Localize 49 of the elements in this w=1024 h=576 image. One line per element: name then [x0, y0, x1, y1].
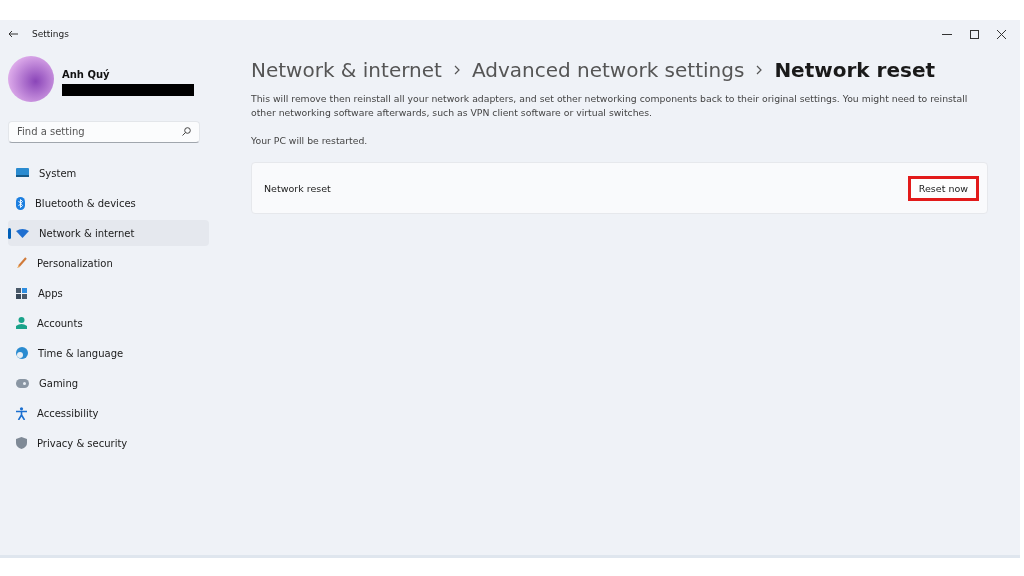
shield-icon	[16, 437, 27, 449]
nav-label: Gaming	[39, 377, 79, 389]
nav-label: Privacy & security	[37, 437, 128, 449]
nav-label: Bluetooth & devices	[35, 197, 136, 209]
accessibility-icon	[16, 406, 27, 420]
person-icon	[16, 317, 27, 329]
nav-label: Network & internet	[39, 227, 135, 239]
minimize-icon[interactable]	[942, 33, 952, 35]
nav-label: Apps	[38, 287, 63, 299]
nav-item[interactable]: Accessibility	[8, 400, 209, 426]
card-label: Network reset	[264, 182, 331, 194]
nav-item[interactable]: Apps	[8, 280, 209, 306]
gamepad-icon	[16, 378, 29, 388]
restart-note: Your PC will be restarted.	[251, 134, 369, 148]
nav-label: Personalization	[37, 257, 113, 269]
close-icon[interactable]	[997, 29, 1006, 39]
nav-item[interactable]: Gaming	[8, 370, 209, 396]
nav-item[interactable]: Bluetooth & devices	[8, 190, 209, 216]
nav-item[interactable]: Personalization	[8, 250, 209, 276]
breadcrumb-item[interactable]: Network & internet	[251, 58, 442, 82]
nav-label: Accounts	[37, 317, 83, 329]
wifi-icon	[16, 228, 29, 238]
chevron-icon	[453, 65, 460, 75]
nav-label: Time & language	[38, 347, 124, 359]
search-icon	[182, 127, 191, 136]
nav-item[interactable]: Network & internet	[8, 220, 209, 246]
globe-clock-icon	[16, 347, 28, 359]
description-text: This will remove then reinstall all your network adapters, and set other networking components back to their original settings. You might need to reinstall other networking software afterwards, such as VPN client software or virtual switches.	[251, 92, 969, 120]
maximize-icon[interactable]	[970, 29, 979, 39]
reset-now-button[interactable]: Reset now	[907, 175, 979, 201]
nav-item[interactable]: Accounts	[8, 310, 209, 336]
avatar	[8, 56, 54, 102]
nav-item[interactable]: Time & language	[8, 340, 209, 366]
nav-item[interactable]: Privacy & security	[8, 430, 209, 456]
nav-label: Accessibility	[37, 407, 99, 419]
chevron-icon	[756, 65, 763, 75]
brush-icon	[16, 257, 27, 269]
nav-item[interactable]: System	[8, 160, 209, 186]
bluetooth-icon	[16, 196, 25, 210]
apps-icon	[16, 287, 28, 299]
breadcrumb-item[interactable]: Advanced network settings	[471, 58, 745, 82]
back-arrow-icon[interactable]	[8, 30, 18, 38]
nav-label: System	[39, 167, 77, 179]
user-name: Anh Quý	[62, 68, 110, 80]
monitor-icon	[16, 168, 29, 178]
selection-indicator	[8, 228, 11, 239]
breadcrumb-item: Network reset	[774, 58, 936, 82]
window-title: Settings	[32, 29, 69, 39]
search-field[interactable]: Find a setting	[8, 120, 200, 143]
